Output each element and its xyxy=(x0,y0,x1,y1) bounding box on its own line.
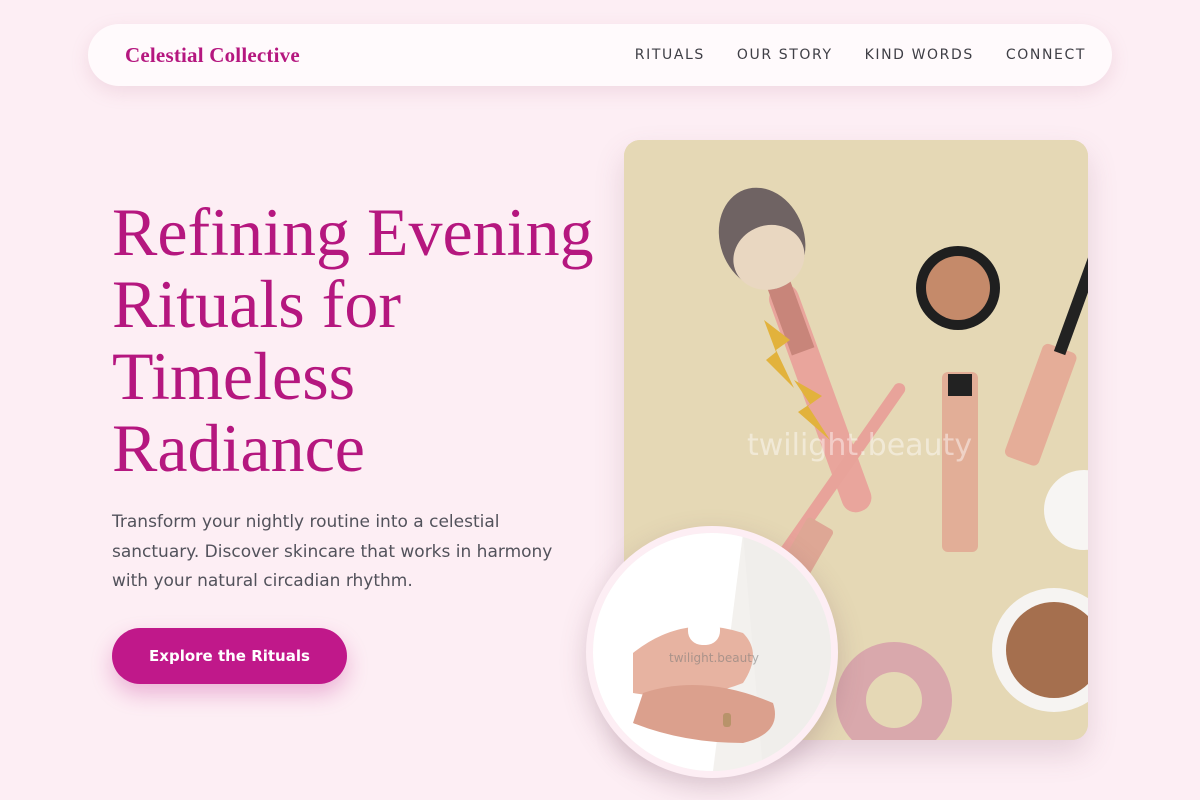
hero-description: Transform your nightly routine into a ce… xyxy=(112,512,553,591)
hand-cream-image: twilight.beauty xyxy=(586,526,838,778)
nav-link-rituals[interactable]: RITUALS xyxy=(635,47,705,63)
nav-link-our-story[interactable]: OUR STORY xyxy=(737,47,833,63)
hero-title: Refining Evening Rituals for Timeless Ra… xyxy=(112,194,594,486)
hand-cream-illustration xyxy=(593,533,831,771)
nav-links: RITUALS OUR STORY KIND WORDS CONNECT xyxy=(635,47,1086,63)
nav-link-connect[interactable]: CONNECT xyxy=(1006,47,1086,63)
nav-link-kind-words[interactable]: KIND WORDS xyxy=(865,47,974,63)
brand-logo[interactable]: Celestial Collective xyxy=(125,43,300,68)
top-navigation: Celestial Collective RITUALS OUR STORY K… xyxy=(88,24,1112,86)
explore-rituals-button[interactable]: Explore the Rituals xyxy=(112,628,347,684)
